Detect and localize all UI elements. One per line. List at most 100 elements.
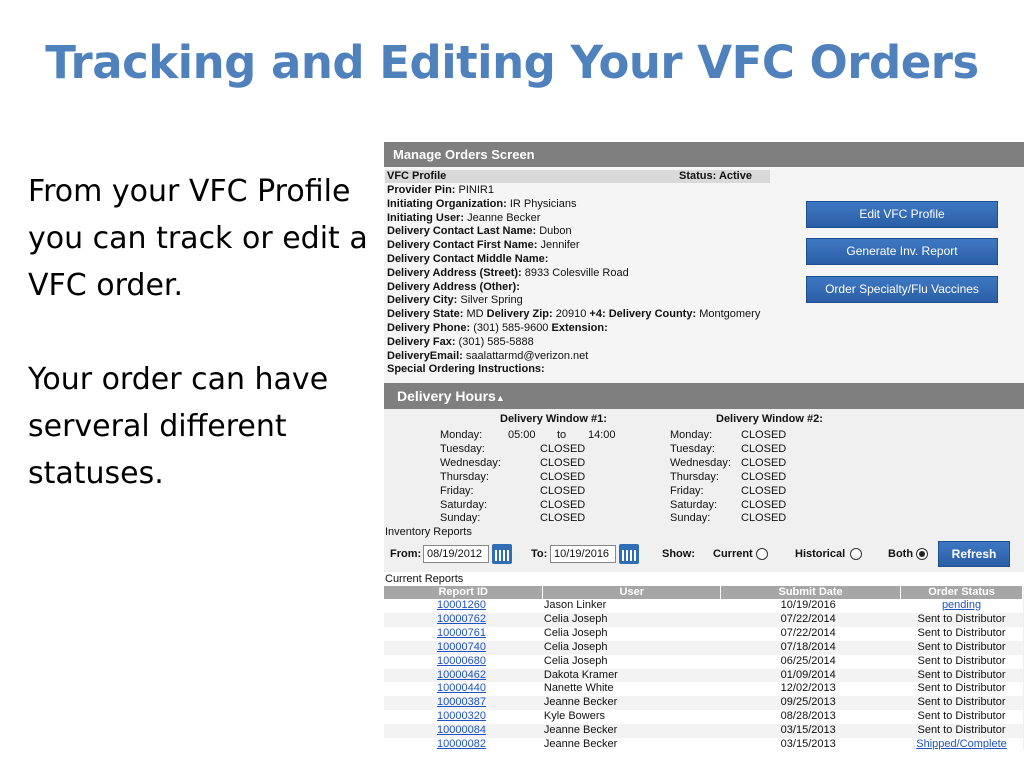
- column-header-user[interactable]: User: [542, 586, 722, 599]
- report-user-cell: Celia Joseph: [543, 655, 721, 669]
- window1-value: CLOSED: [540, 442, 586, 455]
- report-order-status[interactable]: Shipped/Complete: [916, 738, 1007, 750]
- report-id-link[interactable]: 10000320: [437, 710, 486, 722]
- historical-radio[interactable]: [850, 548, 862, 560]
- report-id-link-cell: 10000762: [384, 612, 543, 627]
- window2-day: Sunday:: [670, 512, 711, 525]
- delivery-window-1-title: Delivery Window #1:: [500, 413, 607, 425]
- current-radio[interactable]: [756, 548, 768, 560]
- report-order-status-cell: Sent to Distributor: [900, 612, 1023, 627]
- profile-field-label: DeliveryEmail:: [387, 349, 463, 362]
- profile-line: Delivery State: MD Delivery Zip: 20910 +…: [387, 308, 760, 322]
- profile-line: Provider Pin: PINIR1: [387, 184, 760, 198]
- both-radio[interactable]: [916, 548, 928, 560]
- to-calendar-icon[interactable]: [619, 544, 639, 564]
- report-id-link-cell: 10000680: [384, 655, 543, 669]
- screen-header: Manage Orders Screen: [384, 142, 1024, 167]
- profile-field-value: (301) 585-9600: [473, 321, 549, 334]
- profile-line: Delivery City: Silver Spring: [387, 294, 760, 308]
- profile-field-label: Extension:: [551, 321, 608, 334]
- window2-value: CLOSED: [741, 429, 787, 441]
- report-id-link[interactable]: 10000761: [437, 627, 486, 639]
- historical-radio-label: Historical: [795, 548, 846, 560]
- profile-field-value: Montgomery: [699, 308, 761, 321]
- profile-field-value: Silver Spring: [460, 294, 523, 307]
- report-submit-date-cell: 09/25/2013: [720, 696, 901, 711]
- report-user: Jeanne Becker: [543, 724, 618, 737]
- report-id-link-cell: 10001260: [384, 599, 543, 613]
- report-submit-date-cell: 03/15/2013: [721, 738, 901, 752]
- report-order-status-cell: pending: [901, 599, 1023, 613]
- report-id-link[interactable]: 10000387: [437, 696, 486, 708]
- slide-body: From your VFC Profile you can track or e…: [28, 168, 373, 544]
- report-id-link[interactable]: 10000440: [437, 682, 486, 694]
- report-submit-date: 07/22/2014: [780, 626, 836, 639]
- table-row: 10000462 Dakota Kramer 01/09/2014 Sent to D…: [384, 668, 1023, 683]
- table-row: 10000387 Jeanne Becker 09/25/2013 Sent to D…: [384, 696, 1023, 711]
- delivery-window-2-title: Delivery Window #2:: [716, 413, 823, 425]
- profile-field-label: Provider Pin:: [387, 184, 456, 196]
- refresh-button[interactable]: Refresh: [938, 541, 1010, 567]
- report-id-link-cell: 10000440: [384, 682, 543, 696]
- report-user: Kyle Bowers: [543, 710, 606, 723]
- profile-field-label: Delivery City:: [387, 294, 458, 307]
- report-submit-date-cell: 01/09/2014: [720, 668, 901, 683]
- report-id-link[interactable]: 10001260: [437, 599, 486, 611]
- vfc-profile-heading: VFC Profile Status: Active: [385, 170, 770, 183]
- collapse-arrow-icon[interactable]: ▲: [496, 393, 505, 403]
- report-order-status-cell: Sent to Distributor: [900, 724, 1023, 739]
- vfc-profile-panel: VFC Profile Status: Active Provider Pin:…: [384, 167, 1024, 383]
- order-specialty-flu-vaccines-button[interactable]: Order Specialty/Flu Vaccines: [806, 276, 998, 303]
- report-order-status-cell: Shipped/Complete: [901, 738, 1023, 752]
- table-row: 10000761 Celia Joseph 07/22/2014 Sent to Di…: [384, 627, 1023, 641]
- report-id-link[interactable]: 10000762: [437, 613, 486, 625]
- table-row: 10000740 Celia Joseph 07/18/2014 Sent to Di…: [384, 640, 1023, 655]
- report-id-link-cell: 10000320: [384, 710, 543, 724]
- slide-paragraph-2: Your order can have serveral different s…: [28, 362, 329, 491]
- slide-paragraph-1: From your VFC Profile you can track or e…: [28, 174, 368, 303]
- profile-field-value: 8933 Colesville Road: [524, 266, 629, 279]
- report-id-link[interactable]: 10000082: [437, 738, 486, 750]
- table-row: 10000440 Nanette White 12/02/2013 Sent to D…: [384, 682, 1023, 696]
- to-date-input[interactable]: 10/19/2016: [550, 545, 616, 563]
- edit-vfc-profile-button[interactable]: Edit VFC Profile: [806, 201, 998, 228]
- profile-field-label: Initiating Organization:: [387, 197, 507, 210]
- column-header-submit-date[interactable]: Submit Date: [720, 586, 902, 599]
- report-submit-date: 03/15/2013: [780, 724, 836, 737]
- from-calendar-icon[interactable]: [492, 544, 512, 564]
- profile-line: Delivery Fax: (301) 585-5888: [387, 336, 760, 350]
- from-date-input[interactable]: 08/19/2012: [423, 545, 489, 563]
- delivery-hours-bar[interactable]: Delivery Hours▲: [384, 383, 1024, 409]
- window1-value: CLOSED: [540, 470, 586, 483]
- report-id-link[interactable]: 10000680: [437, 655, 486, 667]
- manage-orders-screen: Manage Orders Screen VFC Profile Status:…: [384, 142, 1024, 752]
- profile-details: Provider Pin: PINIR1 Initiating Organiza…: [387, 184, 760, 377]
- report-order-status: Sent to Distributor: [917, 696, 1006, 709]
- profile-field-value: MD: [466, 308, 484, 321]
- profile-field-label: Delivery Contact First Name:: [387, 239, 538, 252]
- generate-inv-report-button[interactable]: Generate Inv. Report: [806, 238, 998, 265]
- column-header-order-status[interactable]: Order Status: [900, 586, 1023, 599]
- profile-line: Delivery Contact Last Name: Dubon: [387, 225, 760, 239]
- report-user: Celia Joseph: [543, 654, 608, 667]
- profile-field-label: +4:: [589, 308, 606, 321]
- column-header-report-id[interactable]: Report ID: [384, 586, 544, 599]
- window2-day: Friday:: [670, 484, 704, 497]
- report-id-link[interactable]: 10000462: [437, 669, 486, 681]
- table-row: 10000762 Celia Joseph 07/22/2014 Sent to Di…: [384, 612, 1023, 627]
- report-user-cell: Celia Joseph: [542, 640, 721, 655]
- report-id-link[interactable]: 10000740: [437, 641, 486, 653]
- report-id-link-cell: 10000084: [384, 724, 543, 739]
- report-id-link-cell: 10000740: [384, 640, 543, 655]
- report-id-link[interactable]: 10000084: [437, 724, 486, 736]
- report-order-status[interactable]: pending: [942, 599, 981, 611]
- profile-field-label: Delivery Phone:: [387, 321, 471, 334]
- profile-field-value: Jeanne Becker: [467, 211, 541, 224]
- report-order-status-cell: Sent to Distributor: [901, 710, 1023, 724]
- profile-heading-label: VFC Profile: [387, 170, 447, 182]
- report-order-status: Sent to Distributor: [917, 640, 1006, 653]
- report-order-status: Sent to Distributor: [917, 654, 1006, 667]
- profile-line: Delivery Contact Middle Name:: [387, 253, 760, 267]
- report-submit-date-cell: 08/28/2013: [721, 710, 901, 724]
- window2-value: CLOSED: [741, 484, 787, 497]
